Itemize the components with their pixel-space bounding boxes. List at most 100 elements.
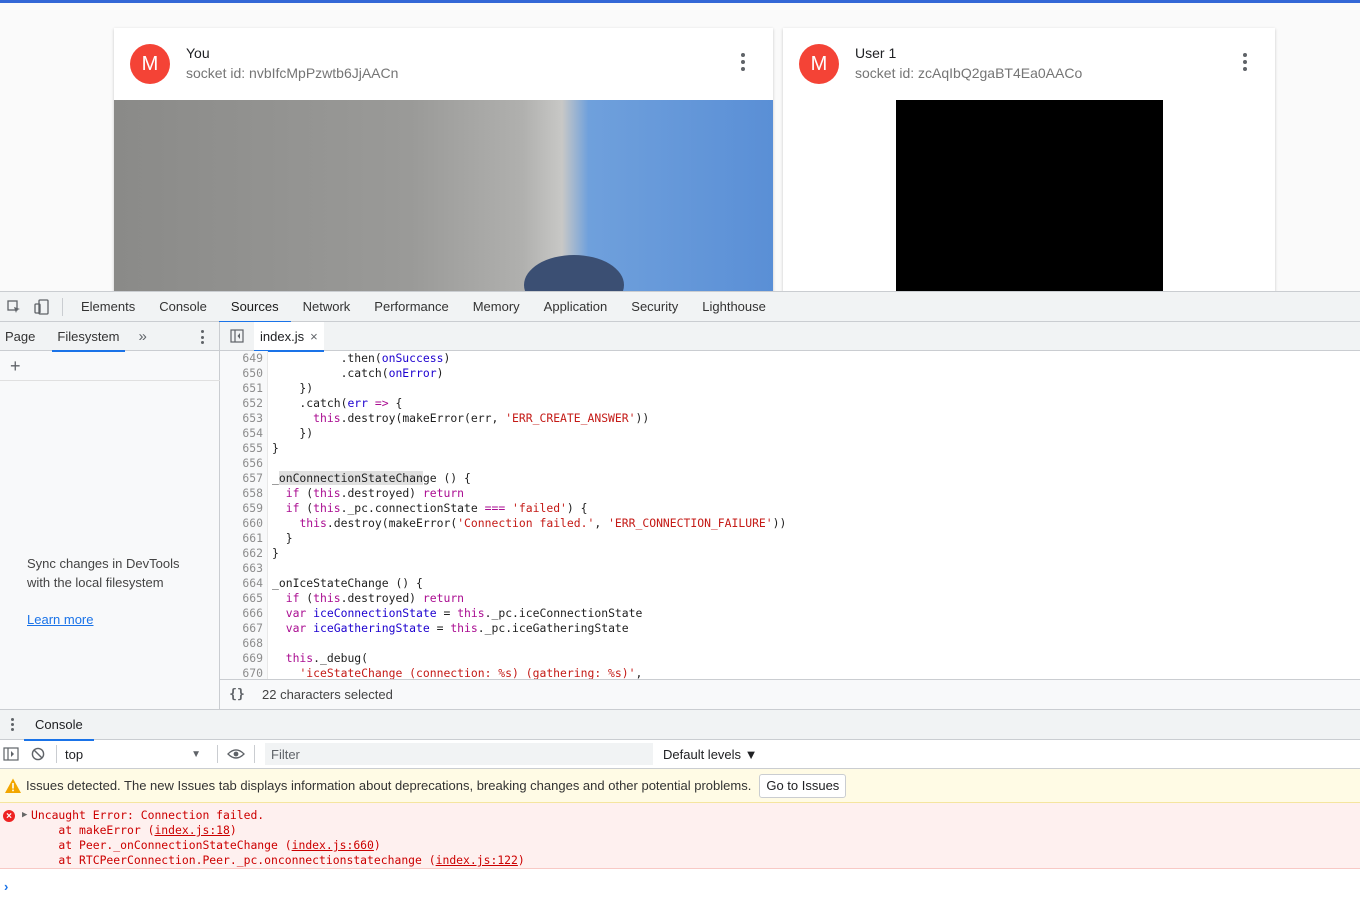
stack-frame: at RTCPeerConnection.Peer._pc.onconnecti… — [31, 853, 525, 867]
code-line: 657 _onConnectionStateChange () { — [220, 471, 1360, 486]
line-number[interactable]: 649 — [220, 351, 263, 366]
card-title: User 1 — [855, 45, 897, 61]
expand-triangle-icon[interactable]: ▶ — [22, 810, 27, 820]
line-number[interactable]: 670 — [220, 666, 263, 679]
close-icon[interactable]: × — [310, 329, 318, 344]
code-line: 660 this.destroy(makeError('Connection f… — [220, 516, 1360, 531]
code-text: }) — [272, 381, 314, 395]
selection-status: 22 characters selected — [262, 687, 393, 702]
code-text: if (this.destroyed) return — [285, 486, 465, 500]
code-line: 655} — [220, 441, 1360, 456]
error-icon: × — [3, 810, 15, 822]
line-number[interactable]: 662 — [220, 546, 263, 561]
code-text: }) — [272, 426, 314, 440]
toolbar-divider — [56, 745, 57, 763]
error-line: Uncaught Error: Connection failed. — [31, 808, 265, 822]
tab-performance[interactable]: Performance — [362, 292, 460, 322]
line-number[interactable]: 651 — [220, 381, 263, 396]
code-text: this.destroy(makeError(err, 'ERR_CREATE_… — [313, 411, 650, 425]
line-number[interactable]: 664 — [220, 576, 263, 591]
card-title: You — [186, 45, 210, 61]
line-number[interactable]: 663 — [220, 561, 263, 576]
tab-network[interactable]: Network — [291, 292, 363, 322]
device-toolbar-icon[interactable] — [28, 292, 56, 322]
source-link[interactable]: index.js:18 — [154, 823, 229, 837]
console-prompt-icon[interactable]: › — [4, 879, 8, 894]
code-text: var iceGatheringState = this._pc.iceGath… — [285, 621, 629, 635]
issues-message: Issues detected. The new Issues tab disp… — [26, 778, 752, 793]
chevron-more-icon[interactable]: » — [139, 328, 147, 345]
line-number[interactable]: 656 — [220, 456, 263, 471]
code-text: .catch(onError) — [272, 366, 444, 380]
add-folder-icon[interactable]: + — [10, 356, 21, 377]
devtools-panel: Elements Console Sources Network Perform… — [0, 291, 1360, 897]
line-number[interactable]: 650 — [220, 366, 263, 381]
sidebar-toggle-icon[interactable] — [0, 740, 22, 769]
code-text: .catch(err => { — [272, 396, 403, 410]
tab-page[interactable]: Page — [0, 322, 40, 351]
code-line: 670 'iceStateChange (connection: %s) (ga… — [220, 666, 1360, 679]
tab-security[interactable]: Security — [619, 292, 690, 322]
editor-tabs: index.js × — [220, 321, 1360, 352]
context-value: top — [65, 746, 84, 762]
line-number[interactable]: 669 — [220, 651, 263, 666]
code-line: 664 _onIceStateChange () { — [220, 576, 1360, 591]
local-video — [114, 100, 773, 291]
more-vert-icon[interactable] — [0, 710, 24, 740]
line-number[interactable]: 659 — [220, 501, 263, 516]
code-line: 649 .then(onSuccess) — [220, 351, 1360, 366]
tab-memory[interactable]: Memory — [461, 292, 532, 322]
tab-console-drawer[interactable]: Console — [24, 710, 94, 741]
line-number[interactable]: 655 — [220, 441, 263, 456]
file-tab-index-js[interactable]: index.js × — [254, 321, 324, 352]
line-number[interactable]: 665 — [220, 591, 263, 606]
line-number[interactable]: 667 — [220, 621, 263, 636]
go-to-issues-button[interactable]: Go to Issues — [759, 773, 847, 798]
more-vert-icon[interactable] — [735, 50, 751, 74]
eye-icon[interactable] — [226, 740, 246, 769]
code-text: this.destroy(makeError('Connection faile… — [299, 516, 787, 530]
code-line: 668 — [220, 636, 1360, 651]
code-line: 651 }) — [220, 381, 1360, 396]
log-levels-dropdown[interactable]: Default levels ▼ — [663, 747, 758, 762]
more-vert-icon[interactable] — [201, 330, 205, 344]
line-number[interactable]: 653 — [220, 411, 263, 426]
filesystem-message: Sync changes in DevTools with the local … — [27, 556, 180, 590]
pretty-print-icon[interactable]: {} — [220, 687, 254, 702]
code-text: 'iceStateChange (connection: %s) (gather… — [299, 666, 643, 679]
code-line: 667 var iceGatheringState = this._pc.ice… — [220, 621, 1360, 636]
code-line: 665 if (this.destroyed) return — [220, 591, 1360, 606]
source-link[interactable]: index.js:122 — [436, 853, 518, 867]
source-link[interactable]: index.js:660 — [292, 838, 374, 852]
tab-application[interactable]: Application — [532, 292, 620, 322]
line-number[interactable]: 658 — [220, 486, 263, 501]
line-number[interactable]: 660 — [220, 516, 263, 531]
avatar: M — [799, 44, 839, 84]
line-number[interactable]: 654 — [220, 426, 263, 441]
source-editor: index.js × 649 .then(onSuccess) 650 .catc… — [220, 321, 1360, 709]
line-number[interactable]: 652 — [220, 396, 263, 411]
line-number[interactable]: 666 — [220, 606, 263, 621]
tab-lighthouse[interactable]: Lighthouse — [690, 292, 778, 322]
code-text: .then(onSuccess) — [272, 351, 451, 365]
code-view[interactable]: 649 .then(onSuccess) 650 .catch(onError) 6… — [220, 351, 1360, 679]
code-line: 662} — [220, 546, 1360, 561]
code-line: 669 this._debug( — [220, 651, 1360, 666]
toggle-navigator-icon[interactable] — [220, 322, 254, 351]
tab-elements[interactable]: Elements — [69, 292, 147, 322]
context-selector[interactable]: top ▼ — [59, 743, 209, 765]
clear-console-icon[interactable] — [22, 740, 54, 769]
code-line: 654 }) — [220, 426, 1360, 441]
more-vert-icon[interactable] — [1237, 50, 1253, 74]
inspect-element-icon[interactable] — [0, 292, 28, 322]
code-text: } — [272, 546, 279, 560]
tab-sources[interactable]: Sources — [218, 292, 291, 323]
tab-filesystem[interactable]: Filesystem — [52, 322, 125, 352]
line-number[interactable]: 661 — [220, 531, 263, 546]
line-number[interactable]: 668 — [220, 636, 263, 651]
code-text: _onIceStateChange () { — [272, 576, 423, 590]
filter-input[interactable]: Filter — [265, 743, 653, 765]
line-number[interactable]: 657 — [220, 471, 263, 486]
learn-more-link[interactable]: Learn more — [27, 612, 93, 627]
tab-console[interactable]: Console — [147, 292, 219, 322]
